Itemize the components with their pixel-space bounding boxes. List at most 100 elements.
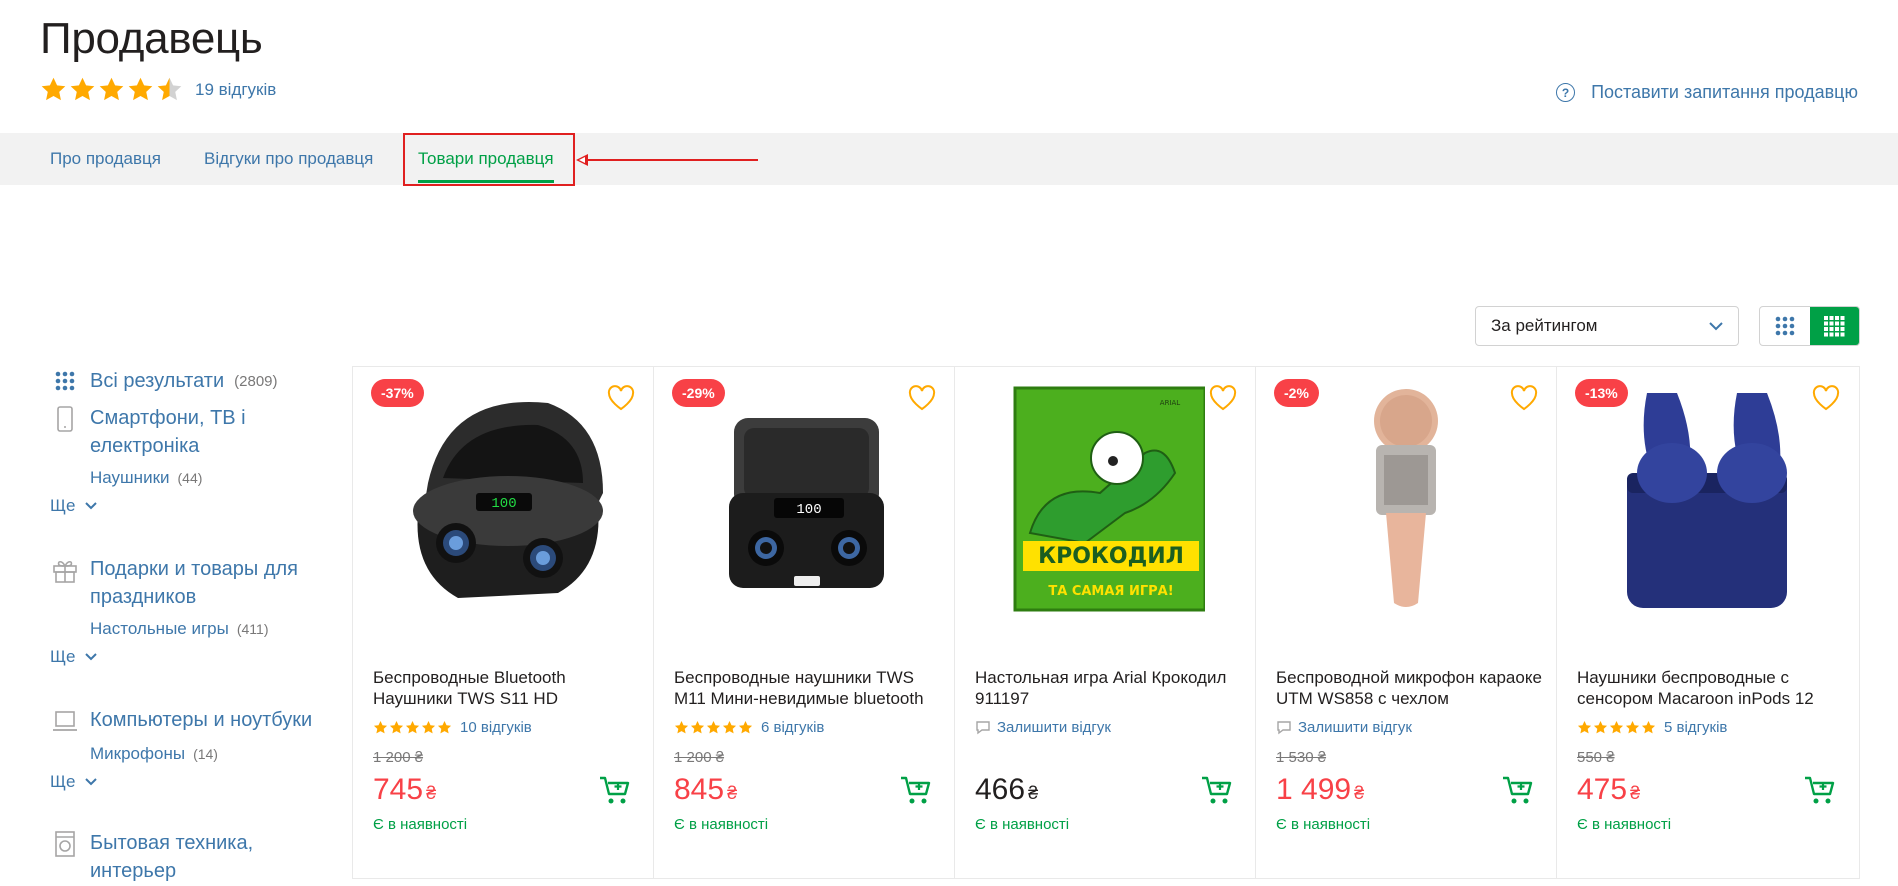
- chevron-down-icon: [85, 502, 98, 510]
- discount-badge: -37%: [371, 379, 424, 407]
- star-icon: [1577, 720, 1592, 734]
- comment-bubble-icon: [976, 721, 990, 735]
- price-currency: ₴: [1028, 783, 1039, 803]
- product-reviews-link[interactable]: 5 відгуків: [1664, 719, 1727, 736]
- chevron-down-icon: [85, 653, 98, 661]
- product-grid: 100 -37% Беспроводные Bluetooth Наушники…: [352, 366, 1860, 879]
- laptop-icon: [50, 706, 80, 736]
- star-icon: [706, 720, 721, 734]
- tab-about-seller[interactable]: Про продавця: [50, 133, 161, 185]
- all-results[interactable]: Всі результати (2809): [40, 366, 340, 396]
- add-to-cart-icon[interactable]: [1201, 775, 1233, 805]
- subcategory-link[interactable]: Микрофоны (14): [90, 744, 340, 764]
- product-card: -13% Наушники беспроводные с сенсором Ma…: [1557, 367, 1858, 878]
- product-reviews-link[interactable]: 10 відгуків: [460, 719, 532, 736]
- category-electronics-link[interactable]: Смартфони, ТВ і електроніка: [40, 404, 340, 460]
- wishlist-heart-icon[interactable]: [607, 385, 635, 411]
- product-stars: [674, 720, 754, 735]
- show-more-button[interactable]: Ще: [50, 496, 340, 516]
- all-results-count: (2809): [234, 372, 278, 390]
- wishlist-heart-icon[interactable]: [1812, 385, 1840, 411]
- star-icon: [70, 77, 95, 101]
- tab-label: Про продавця: [50, 149, 161, 168]
- subcategory-link[interactable]: Наушники (44): [90, 468, 340, 488]
- category-appliances-link[interactable]: Бытовая техника, интерьер: [40, 829, 340, 885]
- category-electronics: Смартфони, ТВ і електроніка Наушники (44)…: [40, 404, 340, 516]
- category-appliances: Бытовая техника, интерьер: [40, 829, 340, 885]
- smartphone-icon: [50, 404, 80, 434]
- product-price: 745 ₴: [373, 773, 436, 807]
- large-grid-view-button[interactable]: [1760, 307, 1810, 345]
- old-price: 1 200 ₴: [674, 749, 725, 766]
- star-icon: [1641, 720, 1656, 734]
- category-gifts-link[interactable]: Подарки и товары для праздников: [40, 555, 340, 611]
- subcategory-count: (44): [177, 470, 203, 486]
- sort-dropdown[interactable]: За рейтингом: [1475, 306, 1739, 346]
- star-icon: [437, 720, 452, 734]
- add-to-cart-icon[interactable]: [900, 775, 932, 805]
- product-rating: 10 відгуків: [373, 719, 532, 736]
- all-results-icon: [50, 366, 80, 396]
- add-to-cart-icon[interactable]: [1804, 775, 1836, 805]
- earbuds-case-image: 100: [413, 402, 603, 598]
- small-grid-view-button[interactable]: [1809, 307, 1859, 345]
- price-currency: ₴: [727, 783, 738, 803]
- star-icon: [738, 720, 753, 734]
- subcategory-link[interactable]: Настольные игры (411): [90, 619, 340, 639]
- game-subtitle-lettering: ТА САМАЯ ИГРА!: [1048, 584, 1173, 599]
- add-to-cart-icon[interactable]: [1502, 775, 1534, 805]
- subcategory-count: (411): [236, 621, 269, 637]
- product-price: 475 ₴: [1577, 773, 1640, 807]
- show-more-label: Ще: [50, 772, 76, 791]
- product-image[interactable]: 100: [684, 383, 924, 613]
- show-more-button[interactable]: Ще: [50, 647, 340, 667]
- add-to-cart-icon[interactable]: [599, 775, 631, 805]
- leave-review-link[interactable]: Залишити відгук: [1298, 719, 1412, 736]
- seller-rating: 19 відгуків: [40, 76, 276, 103]
- show-more-button[interactable]: Ще: [50, 772, 340, 792]
- category-computers-link[interactable]: Компьютеры и ноутбуки: [40, 706, 340, 736]
- product-name[interactable]: Настольная игра Arial Крокодил 911197: [975, 667, 1245, 709]
- product-image[interactable]: 100: [383, 383, 623, 613]
- tab-seller-reviews[interactable]: Відгуки про продавця: [204, 133, 373, 185]
- product-image[interactable]: [1286, 383, 1526, 613]
- product-name[interactable]: Беспроводные Bluetooth Наушники TWS S11 …: [373, 667, 643, 709]
- subcategory-label: Настольные игры: [90, 619, 229, 638]
- show-more-label: Ще: [50, 496, 76, 515]
- product-image[interactable]: [1587, 383, 1827, 613]
- category-gifts: Подарки и товары для праздников Настольн…: [40, 555, 340, 667]
- subcategory-label: Микрофоны: [90, 744, 186, 763]
- wishlist-heart-icon[interactable]: [1209, 385, 1237, 411]
- product-rating: Залишити відгук: [975, 719, 1111, 736]
- product-reviews-link[interactable]: 6 відгуків: [761, 719, 824, 736]
- rating-stars: [40, 76, 185, 103]
- wishlist-heart-icon[interactable]: [908, 385, 936, 411]
- product-stars: [1577, 720, 1657, 735]
- star-icon: [722, 720, 737, 734]
- ask-seller-link[interactable]: ? Поставити запитання продавцю: [1556, 82, 1858, 103]
- washing-machine-icon: [50, 829, 80, 859]
- chevron-down-icon: [85, 778, 98, 786]
- star-icon: [1593, 720, 1608, 734]
- availability-status: Є в наявності: [975, 816, 1070, 833]
- product-card: -2% Беспроводной микрофон караоке UTM WS…: [1256, 367, 1557, 878]
- price-value: 475: [1577, 773, 1628, 806]
- comment-bubble-icon: [1277, 721, 1291, 735]
- product-rating: 6 відгуків: [674, 719, 824, 736]
- star-icon: [1609, 720, 1624, 734]
- product-name[interactable]: Беспроводные наушники TWS M11 Мини-невид…: [674, 667, 944, 709]
- svg-text:100: 100: [796, 502, 821, 518]
- product-image[interactable]: КРОКОДИЛ ТА САМАЯ ИГРА! ARIAL: [985, 383, 1225, 613]
- leave-review-link[interactable]: Залишити відгук: [997, 719, 1111, 736]
- reviews-link[interactable]: 19 відгуків: [195, 80, 276, 100]
- price-value: 745: [373, 773, 424, 806]
- question-icon: ?: [1556, 83, 1576, 102]
- product-name[interactable]: Беспроводной микрофон караоке UTM WS858 …: [1276, 667, 1546, 709]
- price-value: 466: [975, 773, 1026, 806]
- wishlist-heart-icon[interactable]: [1510, 385, 1538, 411]
- discount-badge: -2%: [1274, 379, 1319, 407]
- category-title: Бытовая техника, интерьер: [90, 832, 254, 882]
- annotation-arrow-head: [576, 154, 588, 166]
- star-half-icon: [157, 77, 182, 101]
- product-name[interactable]: Наушники беспроводные с сенсором Macaroo…: [1577, 667, 1847, 709]
